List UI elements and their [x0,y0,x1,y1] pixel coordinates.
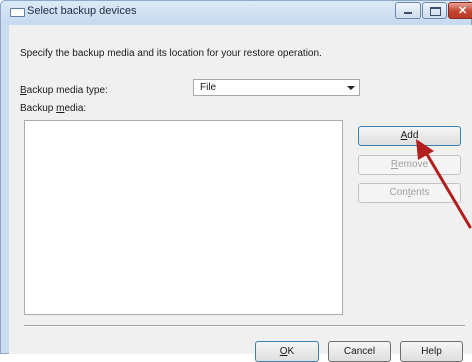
dialog-window: Select backup devices ✕ Specify the back… [0,0,472,362]
annotation-arrow [416,139,472,229]
